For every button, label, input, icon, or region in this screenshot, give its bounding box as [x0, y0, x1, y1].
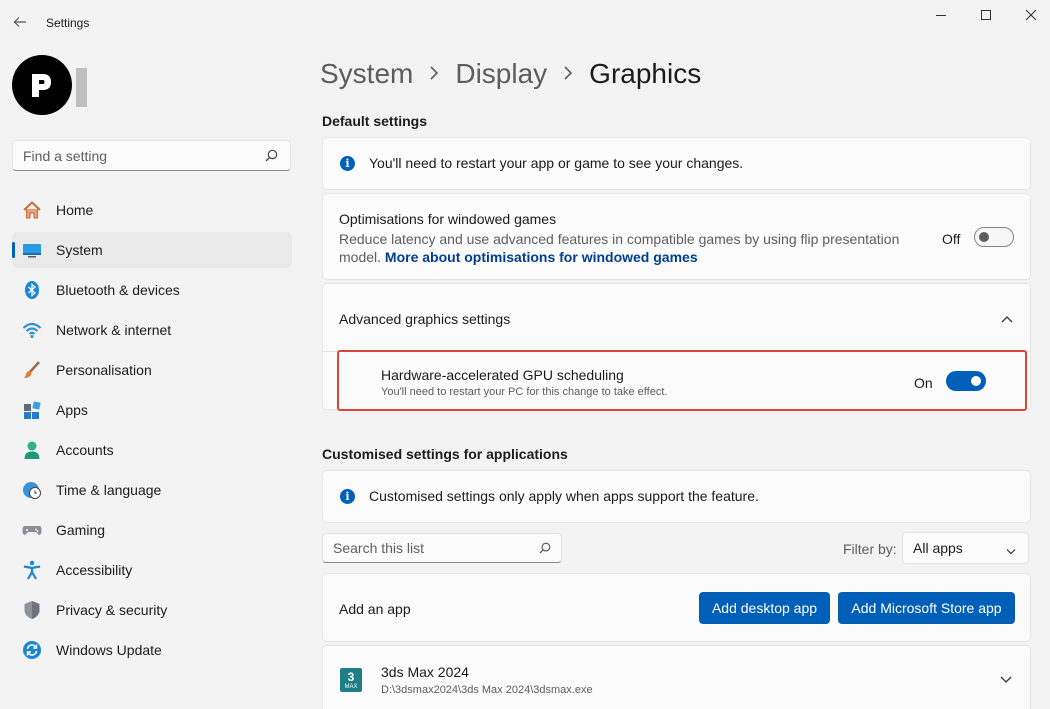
- breadcrumb-system[interactable]: System: [320, 58, 413, 90]
- close-button[interactable]: [1008, 4, 1050, 26]
- windowed-games-description: Reduce latency and use advanced features…: [339, 230, 919, 266]
- profile-logo-icon: [32, 74, 51, 97]
- app-icon-text: 3: [347, 669, 355, 684]
- app-name: 3ds Max 2024: [381, 664, 469, 680]
- clock-globe-icon: [22, 480, 42, 500]
- maximize-icon: [981, 10, 991, 20]
- apps-icon: [22, 400, 42, 420]
- advanced-graphics-header[interactable]: Advanced graphics settings: [323, 284, 1030, 351]
- add-store-app-button[interactable]: Add Microsoft Store app: [838, 592, 1015, 624]
- gamepad-icon: [22, 520, 42, 540]
- sidebar-item-label: Apps: [56, 402, 88, 418]
- highlight-box: [337, 350, 1027, 411]
- search-icon: [265, 149, 278, 162]
- filter-value: All apps: [913, 540, 963, 556]
- sidebar-item-label: Gaming: [56, 522, 106, 538]
- window-title: Settings: [46, 16, 90, 30]
- sidebar-item-label: Time & language: [56, 482, 162, 498]
- windowed-games-toggle[interactable]: [974, 227, 1014, 247]
- sidebar-nav: Home System Bluetooth & devices Network …: [12, 192, 292, 672]
- sidebar-item-gaming[interactable]: Gaming: [12, 512, 292, 548]
- sidebar-item-apps[interactable]: Apps: [12, 392, 292, 428]
- info-icon: i: [340, 489, 355, 504]
- sidebar-item-privacy[interactable]: Privacy & security: [12, 592, 292, 628]
- home-icon: [22, 200, 42, 220]
- search-icon: [539, 542, 551, 554]
- system-icon: [22, 240, 42, 260]
- shield-icon: [22, 600, 42, 620]
- back-arrow-icon: [13, 17, 26, 27]
- restart-info-text: You'll need to restart your app or game …: [369, 155, 744, 171]
- chevron-right-icon: [429, 64, 439, 85]
- sidebar-item-label: Personalisation: [56, 362, 152, 378]
- brush-icon: [22, 360, 42, 380]
- add-desktop-app-button[interactable]: Add desktop app: [699, 592, 830, 624]
- add-app-card: Add an app Add desktop app Add Microsoft…: [322, 573, 1031, 642]
- close-icon: [1025, 9, 1037, 21]
- sidebar-item-network[interactable]: Network & internet: [12, 312, 292, 348]
- filter-dropdown[interactable]: All apps: [902, 532, 1029, 564]
- sidebar-item-label: Accounts: [56, 442, 114, 458]
- info-icon: i: [340, 156, 355, 171]
- find-setting-search[interactable]: [12, 140, 291, 171]
- maximize-button[interactable]: [963, 4, 1009, 26]
- windowed-games-toggle-state: Off: [942, 231, 961, 247]
- sidebar-item-home[interactable]: Home: [12, 192, 292, 228]
- sidebar-item-label: Home: [56, 202, 94, 218]
- avatar[interactable]: [12, 55, 72, 115]
- advanced-graphics-title: Advanced graphics settings: [339, 311, 511, 327]
- page-title: Graphics: [589, 58, 702, 89]
- sidebar-item-label: Network & internet: [56, 322, 172, 338]
- update-icon: [22, 640, 42, 660]
- wifi-icon: [22, 320, 42, 340]
- sidebar-item-accounts[interactable]: Accounts: [12, 432, 292, 468]
- windowed-games-card: Optimisations for windowed games Reduce …: [322, 193, 1031, 280]
- chevron-up-icon: [1000, 312, 1014, 326]
- app-list-search[interactable]: [322, 533, 562, 563]
- breadcrumb-display[interactable]: Display: [455, 58, 547, 90]
- add-app-label: Add an app: [339, 601, 411, 617]
- app-list-search-input[interactable]: [333, 540, 533, 556]
- restart-info-card: i You'll need to restart your app or gam…: [322, 137, 1031, 190]
- sidebar-item-label: Bluetooth & devices: [56, 282, 180, 298]
- windowed-games-learn-more-link[interactable]: More about optimisations for windowed ga…: [385, 249, 698, 265]
- sidebar-item-personalisation[interactable]: Personalisation: [12, 352, 292, 388]
- default-settings-heading: Default settings: [322, 113, 428, 129]
- sidebar-item-windows-update[interactable]: Windows Update: [12, 632, 292, 668]
- custom-info-card: i Customised settings only apply when ap…: [322, 470, 1031, 523]
- sidebar-item-system[interactable]: System: [12, 232, 292, 268]
- breadcrumb: System Display Graphics: [320, 55, 701, 93]
- filter-label: Filter by:: [843, 541, 897, 557]
- minimize-button[interactable]: [918, 4, 964, 26]
- 3ds-max-app-icon: 3 MAX: [340, 668, 362, 692]
- chevron-down-icon: [1006, 542, 1016, 558]
- sidebar-item-time-language[interactable]: Time & language: [12, 472, 292, 508]
- sidebar-item-label: Privacy & security: [56, 602, 168, 618]
- username-redacted: [76, 68, 87, 107]
- sidebar-item-bluetooth[interactable]: Bluetooth & devices: [12, 272, 292, 308]
- chevron-right-icon: [563, 64, 573, 85]
- windowed-games-title: Optimisations for windowed games: [339, 211, 557, 227]
- app-icon-subtext: MAX: [344, 683, 358, 690]
- back-button[interactable]: [8, 10, 32, 34]
- sidebar-item-label: Accessibility: [56, 562, 133, 578]
- app-path: D:\3dsmax2024\3ds Max 2024\3dsmax.exe: [381, 684, 593, 696]
- accessibility-icon: [22, 560, 42, 580]
- toggle-knob: [979, 232, 989, 242]
- title-bar: Settings: [0, 0, 1050, 44]
- custom-info-text: Customised settings only apply when apps…: [369, 488, 759, 504]
- person-icon: [22, 440, 42, 460]
- minimize-icon: [936, 14, 946, 16]
- sidebar-item-label: System: [56, 242, 103, 258]
- bluetooth-icon: [22, 280, 42, 300]
- sidebar-item-label: Windows Update: [56, 642, 162, 658]
- chevron-down-icon[interactable]: [999, 673, 1013, 687]
- custom-settings-heading: Customised settings for applications: [322, 446, 568, 462]
- search-input[interactable]: [23, 147, 260, 164]
- sidebar-item-accessibility[interactable]: Accessibility: [12, 552, 292, 588]
